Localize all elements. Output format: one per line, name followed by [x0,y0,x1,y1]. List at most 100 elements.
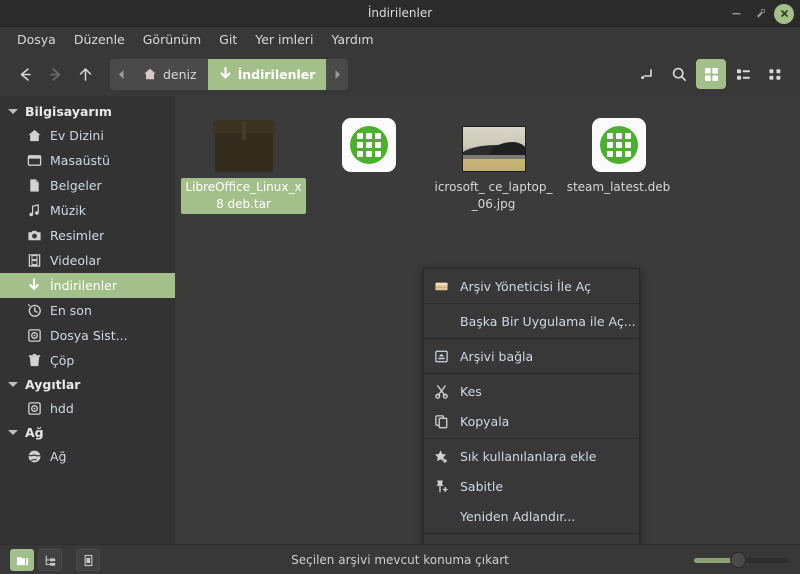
sidebar-item-dosya-sistemi[interactable]: Dosya Sist... [0,323,175,348]
ctx-yeniden-adlandir[interactable]: Yeniden Adlandır... [424,501,639,531]
pin-plus-icon [433,478,450,495]
sidebar-item-belgeler[interactable]: Belgeler [0,173,175,198]
sidebar-item-label: Masaüstü [50,153,110,168]
menu-yardim[interactable]: Yardım [322,29,382,50]
clock-icon [26,303,42,319]
sidebar-item-muzik[interactable]: Müzik [0,198,175,223]
star-plus-icon [433,448,450,465]
document-icon [26,178,42,194]
sidebar-section-label: Ağ [25,425,44,440]
ctx-arsiv-yoneticisi-ile-ac[interactable]: Arşiv Yöneticisi İle Aç [424,271,639,301]
sidebar-section-aygitlar[interactable]: Aygıtlar [0,373,175,396]
deb-package-icon [341,110,396,172]
camera-icon [26,228,42,244]
music-note-icon [26,203,42,219]
file-name: icrosoft_ ce_laptop_ _06.jpg [434,180,553,211]
ctx-arsivi-bagla[interactable]: Arşivi bağla [424,341,639,371]
back-button[interactable] [10,59,40,89]
file-item[interactable]: LibreOffice_Linux_x8 deb.tar [181,108,306,214]
menu-dosya[interactable]: Dosya [8,29,65,50]
sidebar-section-label: Aygıtlar [25,377,81,392]
file-name [306,178,431,180]
close-button[interactable] [774,3,794,24]
sidebar-item-ev-dizini[interactable]: Ev Dizini [0,123,175,148]
breadcrumb-item-indirilenler[interactable]: İndirilenler [207,58,327,90]
file-manager-window: İndirilenler Dosya Düzenle Görünüm Git Y… [0,0,800,574]
scissors-icon [433,383,450,400]
breadcrumb-item-deniz[interactable]: deniz [132,58,208,90]
window-title: İndirilenler [367,6,433,20]
sidebar-item-label: Ev Dizini [50,128,104,143]
menu-yer-imleri[interactable]: Yer imleri [246,29,322,50]
breadcrumb-label-deniz: deniz [163,66,197,82]
ctx-label: Sık kullanılanlara ekle [460,448,597,464]
drive-icon [26,328,42,344]
menu-git[interactable]: Git [210,29,246,50]
zoom-slider[interactable] [694,549,790,571]
sidebar-item-label: hdd [50,401,74,416]
file-item[interactable]: icrosoft_ ce_laptop_ _06.jpg [431,108,556,214]
statusbar-view-tree-button[interactable] [38,549,62,571]
sidebar-item-cop[interactable]: Çöp [0,348,175,373]
deb-package-icon [591,110,646,172]
search-button[interactable] [664,59,694,89]
home-icon [143,67,157,81]
sidebar-item-resimler[interactable]: Resimler [0,223,175,248]
breadcrumb-scroll-left[interactable] [110,58,132,90]
sidebar-section-label: Bilgisayarım [25,104,112,119]
file-item[interactable] [306,108,431,214]
sidebar-item-label: Ağ [50,449,67,464]
sidebar-item-videolar[interactable]: Videolar [0,248,175,273]
location-entry-toggle-button[interactable] [632,59,662,89]
ctx-kes[interactable]: Kes [424,376,639,406]
menu-separator [424,533,639,534]
sidebar-section-bilgisayarim[interactable]: Bilgisayarım [0,100,175,123]
ctx-kopyala[interactable]: Kopyala [424,406,639,436]
view-list-button[interactable] [728,59,758,89]
title-bar: İndirilenler [0,0,800,27]
view-compact-button[interactable] [760,59,790,89]
file-view[interactable]: LibreOffice_Linux_x8 deb.tar icrosoft_ c… [175,96,800,544]
sidebar-item-ag[interactable]: Ağ [0,444,175,469]
minimize-button[interactable] [726,4,746,24]
film-icon [26,253,42,269]
statusbar-view-compact-button[interactable] [76,549,100,571]
menu-separator [424,373,639,374]
ctx-sik-kullanilanlara-ekle[interactable]: Sık kullanılanlara ekle [424,441,639,471]
file-item[interactable]: steam_latest.deb [556,108,681,214]
view-icons-button[interactable] [696,59,726,89]
sidebar-item-label: İndirilenler [50,278,118,293]
sidebar-item-masaustu[interactable]: Masaüstü [0,148,175,173]
sidebar-item-hdd[interactable]: hdd [0,396,175,421]
sidebar-item-label: En son [50,303,92,318]
zoom-slider-handle[interactable] [730,552,746,568]
ctx-cop-kutusuna-tasi[interactable]: Çöp Kutusuna Taşı [424,536,639,545]
menu-separator [424,338,639,339]
download-icon [26,278,42,294]
statusbar-view-icon-button[interactable] [10,549,34,571]
chevron-down-icon [8,430,18,435]
file-grid: LibreOffice_Linux_x8 deb.tar icrosoft_ c… [175,96,800,214]
forward-button[interactable] [40,59,70,89]
window-controls [726,0,794,27]
menu-duzenle[interactable]: Düzenle [65,29,134,50]
menu-gorunum[interactable]: Görünüm [134,29,210,50]
ctx-label: Kopyala [460,413,510,429]
ctx-sabitle[interactable]: Sabitle [424,471,639,501]
breadcrumb-label-indirilenler: İndirilenler [237,66,316,82]
globe-icon [26,449,42,465]
ctx-label: Yeniden Adlandır... [460,508,576,524]
toolbar: deniz İndirilenler [0,52,800,96]
sidebar-item-indirilenler[interactable]: İndirilenler [0,273,175,298]
status-message: Seçilen arşivi mevcut konuma çıkart [291,553,509,567]
up-button[interactable] [70,59,100,89]
sidebar-item-en-son[interactable]: En son [0,298,175,323]
breadcrumb-scroll-right[interactable] [326,58,349,90]
toolbar-right-group [632,59,790,89]
ctx-baska-bir-uygulama-ile-ac[interactable]: Başka Bir Uygulama ile Aç... [424,306,639,336]
chevron-down-icon [8,382,18,387]
sidebar-item-label: Videolar [50,253,102,268]
sidebar-section-ag[interactable]: Ağ [0,421,175,444]
sidebar-item-label: Dosya Sist... [50,328,128,343]
maximize-button[interactable] [750,4,770,24]
